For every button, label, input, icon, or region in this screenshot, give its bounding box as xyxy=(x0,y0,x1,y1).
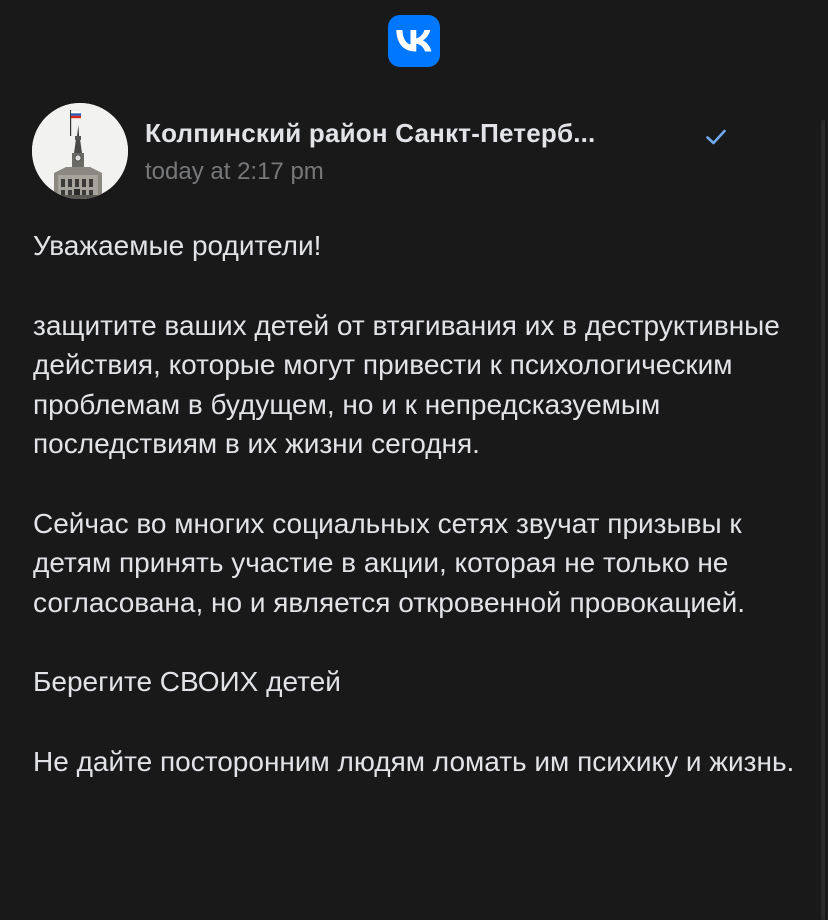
post-timestamp[interactable]: today at 2:17 pm xyxy=(145,158,324,186)
author-name[interactable]: Колпинский район Санкт-Петерб... xyxy=(145,118,595,149)
post-paragraph: Уважаемые родители! xyxy=(33,230,322,261)
avatar[interactable] xyxy=(32,103,128,199)
verified-check-glyph xyxy=(706,129,726,145)
vk-logo-glyph xyxy=(396,30,432,52)
scrollbar[interactable] xyxy=(821,120,825,920)
checkmark-icon xyxy=(704,125,728,149)
post-text: Уважаемые родители! защитите ваших детей… xyxy=(33,226,803,821)
building-spire-icon xyxy=(32,103,128,199)
post-header: Колпинский район Санкт-Петерб... today a… xyxy=(32,103,788,199)
vk-logo-icon xyxy=(388,15,440,67)
post-paragraph: защитите ваших детей от втягивания их в … xyxy=(33,309,780,460)
post-paragraph: Не дайте посторонним людям ломать им пси… xyxy=(33,745,795,777)
post-paragraph: Берегите СВОИХ детей xyxy=(33,666,341,697)
post-paragraph: Сейчас во многих социальных сетях звучат… xyxy=(33,507,746,618)
